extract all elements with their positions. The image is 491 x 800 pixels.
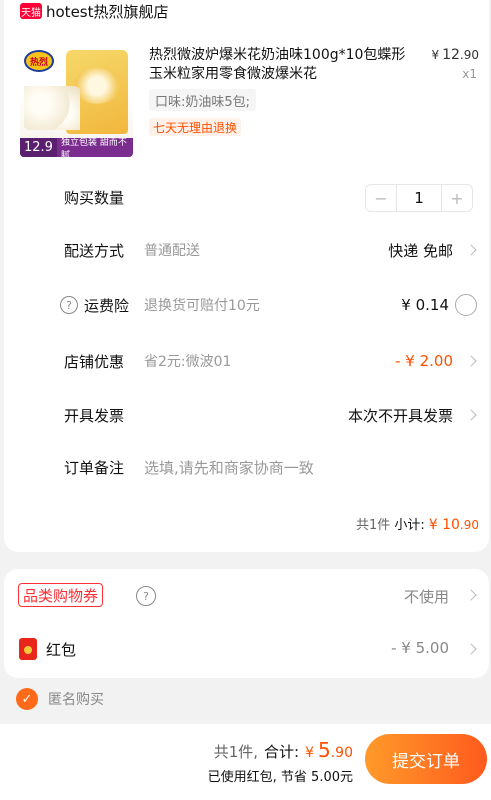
decrement-button[interactable]: − xyxy=(366,185,396,211)
sku-chip[interactable]: 口味:奶油味5包; xyxy=(149,89,257,111)
shop-discount-label: 店铺优惠 xyxy=(64,352,125,371)
subtotal-int: 10 xyxy=(442,517,460,533)
shop-discount-description: 省2元:微波01 xyxy=(144,354,232,370)
category-coupon-tag[interactable]: 品类购物券 xyxy=(18,583,104,607)
delivery-label: 配送方式 xyxy=(64,241,125,260)
bonus-card: 品类购物券 ? 不使用 红包 - ¥ 5.00 xyxy=(4,569,489,678)
red-packet-label: 红包 xyxy=(46,641,77,659)
red-packet-icon xyxy=(19,638,37,660)
subtotal-label: 小计: xyxy=(394,518,425,533)
total-line: 共1件, 合计: ¥ 5 .90 xyxy=(214,738,353,762)
chevron-right-icon xyxy=(465,355,477,367)
invoice-label: 开具发票 xyxy=(64,406,125,425)
return-policy-tag: 七天无理由退换 xyxy=(149,118,242,136)
question-icon[interactable]: ? xyxy=(60,296,78,314)
tmall-badge: 天猫 xyxy=(20,3,42,19)
delivery-method: 普通配送 xyxy=(144,243,200,259)
remark-input[interactable]: 选填,请先和商家协商一致 xyxy=(144,457,314,478)
invoice-row[interactable]: 开具发票 本次不开具发票 xyxy=(4,402,489,428)
unit-price: ¥12.90 xyxy=(431,47,479,63)
shop-name[interactable]: hotest热烈旗舰店 xyxy=(46,1,169,22)
item-quantity: x1 xyxy=(462,67,477,81)
checkmark-icon[interactable]: ✓ xyxy=(16,688,38,710)
chevron-right-icon xyxy=(465,409,477,421)
popcorn-graphic xyxy=(24,86,80,130)
product-image[interactable]: 热烈 12.9 独立包装 甜而不腻 xyxy=(20,44,133,157)
coupon-value[interactable]: 不使用 xyxy=(404,586,449,607)
savings-note: 已使用红包, 节省 5.00元 xyxy=(207,770,353,785)
remark-row: 订单备注 选填,请先和商家协商一致 xyxy=(4,454,489,480)
delivery-row[interactable]: 配送方式 普通配送 快递 免邮 xyxy=(4,237,489,263)
quantity-value[interactable]: 1 xyxy=(396,185,442,211)
product-title[interactable]: 热烈微波炉爆米花奶油味100g*10包蝶形玉米粒家用零食微波爆米花 xyxy=(149,46,419,84)
brand-logo: 热烈 xyxy=(24,50,54,72)
increment-button[interactable]: + xyxy=(442,185,472,211)
product-image-banner: 12.9 独立包装 甜而不腻 xyxy=(20,138,133,157)
invoice-value: 本次不开具发票 xyxy=(347,406,453,425)
submit-order-button[interactable]: 提交订单 xyxy=(365,734,487,784)
shop-discount-value: - ¥ 2.00 xyxy=(395,352,453,370)
total-int: 5 xyxy=(318,738,331,762)
checkout-bar: 共1件, 合计: ¥ 5 .90 已使用红包, 节省 5.00元 提交订单 xyxy=(0,724,491,800)
insurance-price: ¥ 0.14 xyxy=(401,296,449,314)
anonymous-purchase[interactable]: ✓ 匿名购买 xyxy=(16,688,104,710)
insurance-row: ? 运费险 退换货可赔付10元 ¥ 0.14 xyxy=(4,292,489,318)
remark-label: 订单备注 xyxy=(64,458,125,477)
subtotal-count: 共1件 xyxy=(356,518,391,533)
order-card: 天猫 hotest热烈旗舰店 热烈 12.9 独立包装 甜而不腻 热烈微波炉爆米… xyxy=(4,0,489,552)
chevron-right-icon xyxy=(465,589,477,601)
subtotal-currency: ¥ xyxy=(428,517,438,533)
shop-discount-row[interactable]: 店铺优惠 省2元:微波01 - ¥ 2.00 xyxy=(4,348,489,374)
subtotal-amount: ¥ 10.90 xyxy=(429,517,479,533)
quantity-label: 购买数量 xyxy=(64,188,125,207)
total-currency: ¥ xyxy=(305,745,314,761)
insurance-radio[interactable] xyxy=(455,294,477,316)
question-icon[interactable]: ? xyxy=(136,586,156,606)
insurance-description: 退换货可赔付10元 xyxy=(144,298,260,314)
anonymous-label: 匿名购买 xyxy=(48,692,104,708)
red-packet-value[interactable]: - ¥ 5.00 xyxy=(391,639,449,657)
unit-price-dec: .90 xyxy=(459,48,479,62)
total-count: 共1件, xyxy=(213,743,259,761)
quantity-row: 购买数量 − 1 + xyxy=(4,184,489,212)
total-label: 合计: xyxy=(264,743,300,761)
shop-header[interactable]: 天猫 hotest热烈旗舰店 xyxy=(20,0,169,22)
subtotal-dec: .90 xyxy=(459,518,479,532)
unit-price-currency: ¥ xyxy=(431,48,440,62)
total-dec: .90 xyxy=(330,745,353,761)
delivery-value: 快递 免邮 xyxy=(388,241,453,260)
unit-price-int: 12 xyxy=(442,47,460,63)
chevron-right-icon xyxy=(465,643,477,655)
chevron-right-icon xyxy=(465,244,477,256)
product-image-tagline: 独立包装 甜而不腻 xyxy=(60,137,127,158)
product-image-price: 12.9 xyxy=(20,138,57,157)
quantity-stepper[interactable]: − 1 + xyxy=(365,184,473,212)
insurance-label: 运费险 xyxy=(84,296,130,315)
subtotal: 共1件 小计: ¥ 10.90 xyxy=(356,514,479,533)
